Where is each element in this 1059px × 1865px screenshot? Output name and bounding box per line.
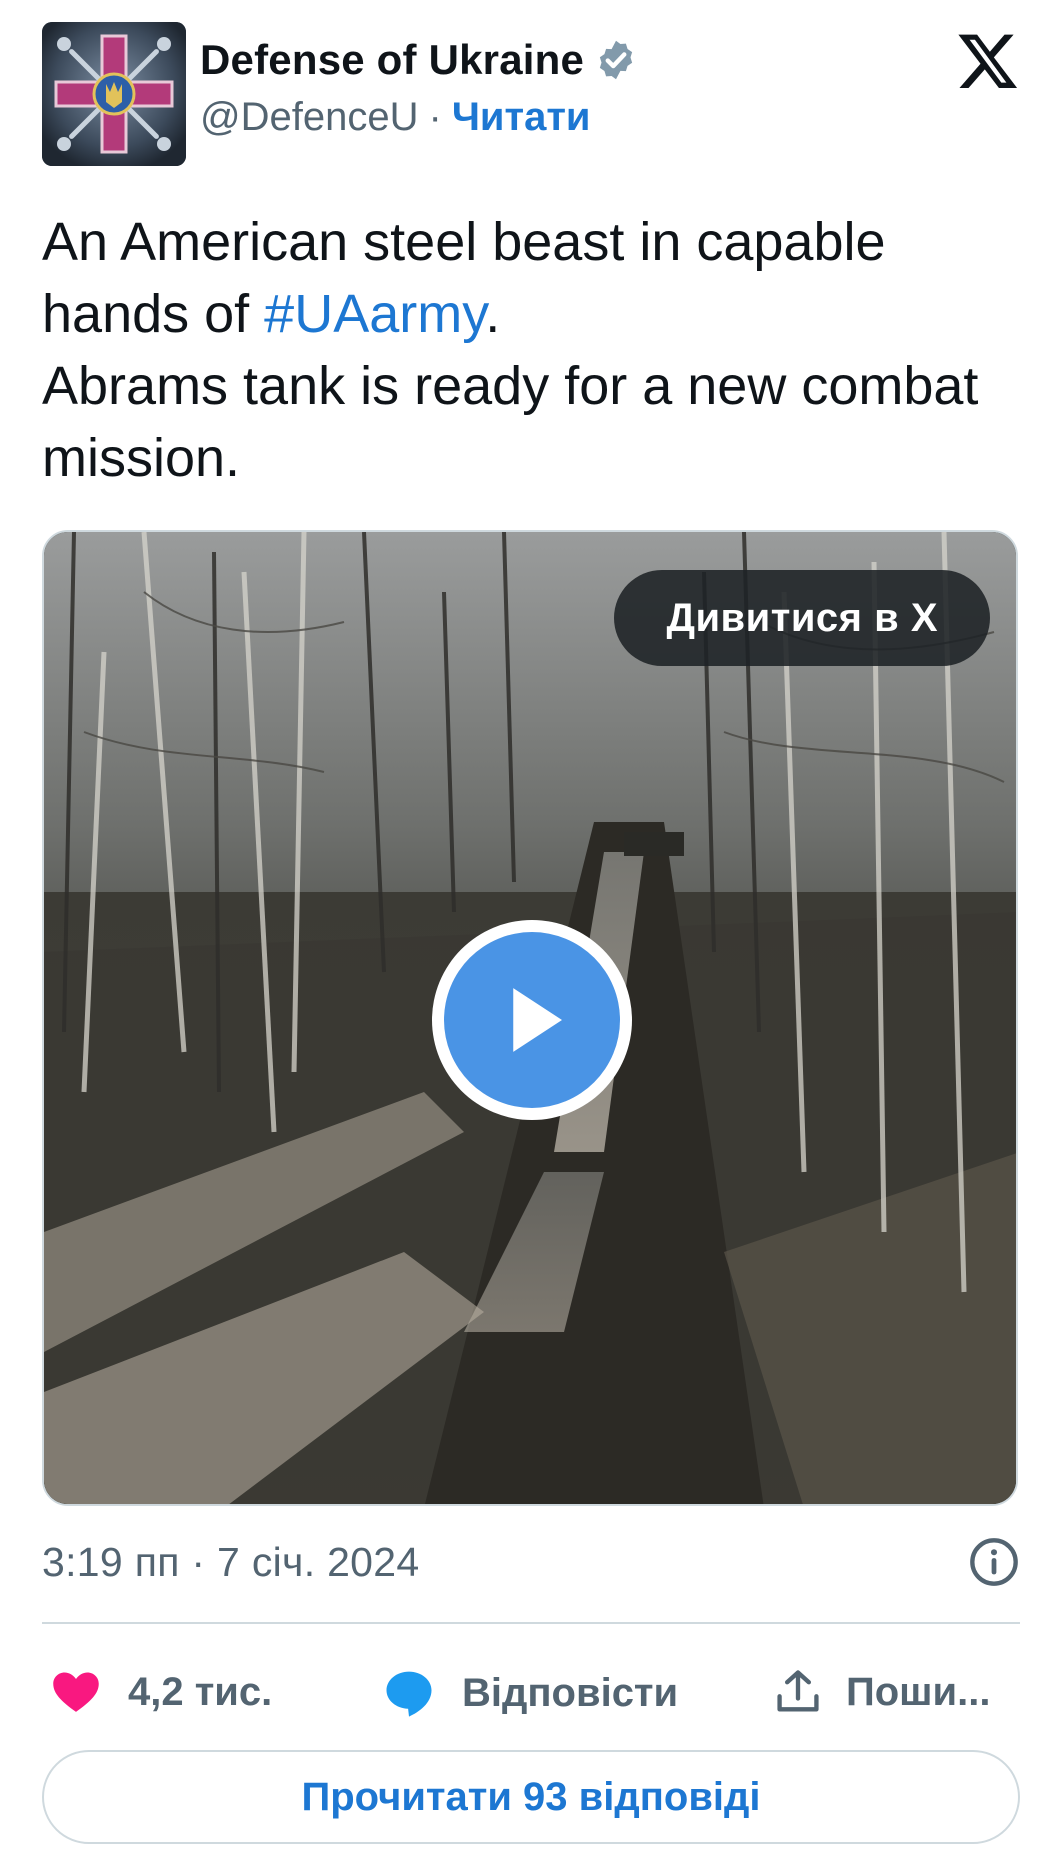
video-player[interactable]: Дивитися в X <box>42 530 1018 1506</box>
reply-bubble-icon <box>386 1671 432 1717</box>
share-label: Поши... <box>846 1669 991 1714</box>
like-count: 4,2 тис. <box>128 1669 273 1714</box>
heart-icon <box>53 1672 99 1712</box>
tweet-header: Defense of Ukraine @DefenceU · Читати <box>42 22 1022 168</box>
tweet-text-part2: Abrams tank is ready for a new combat mi… <box>42 356 979 488</box>
read-replies-button[interactable]: Прочитати 93 відповіді <box>42 1750 1020 1844</box>
watch-on-x-button[interactable]: Дивитися в X <box>614 570 990 666</box>
tweet-actions: 4,2 тис. Відповісти Поши... <box>42 1656 1022 1732</box>
author-names: Defense of Ukraine @DefenceU · Читати <box>200 32 638 146</box>
tweet-text: An American steel beast in capable hands… <box>42 206 1022 494</box>
play-button-circle <box>444 932 620 1108</box>
follow-button[interactable]: Читати <box>452 95 591 140</box>
handle-row: @DefenceU · Читати <box>200 88 638 146</box>
share-upload-icon <box>777 1670 819 1712</box>
divider <box>42 1622 1020 1624</box>
like-button[interactable]: 4,2 тис. <box>50 1666 272 1718</box>
reply-label: Відповісти <box>462 1670 679 1715</box>
tweet-text-punct: . <box>485 284 501 344</box>
play-button[interactable] <box>432 920 632 1120</box>
play-icon <box>513 988 562 1052</box>
x-logo-icon[interactable] <box>956 28 1020 92</box>
share-button[interactable]: Поши... <box>772 1666 990 1718</box>
tweet-meta: 3:19 пп · 7 січ. 2024 <box>42 1532 1022 1592</box>
verified-badge-icon <box>599 40 633 80</box>
ministry-emblem-icon <box>42 22 186 166</box>
hashtag-link[interactable]: #UAarmy <box>264 284 485 344</box>
display-name-row: Defense of Ukraine <box>200 32 638 88</box>
author-avatar[interactable] <box>42 22 186 166</box>
reply-button[interactable]: Відповісти <box>382 1666 678 1720</box>
timestamp[interactable]: 3:19 пп · 7 січ. 2024 <box>42 1539 419 1586</box>
separator: · <box>428 94 442 139</box>
info-icon[interactable] <box>968 1536 1020 1588</box>
author-handle[interactable]: @DefenceU <box>200 95 418 140</box>
author-display-name[interactable]: Defense of Ukraine <box>200 36 584 84</box>
